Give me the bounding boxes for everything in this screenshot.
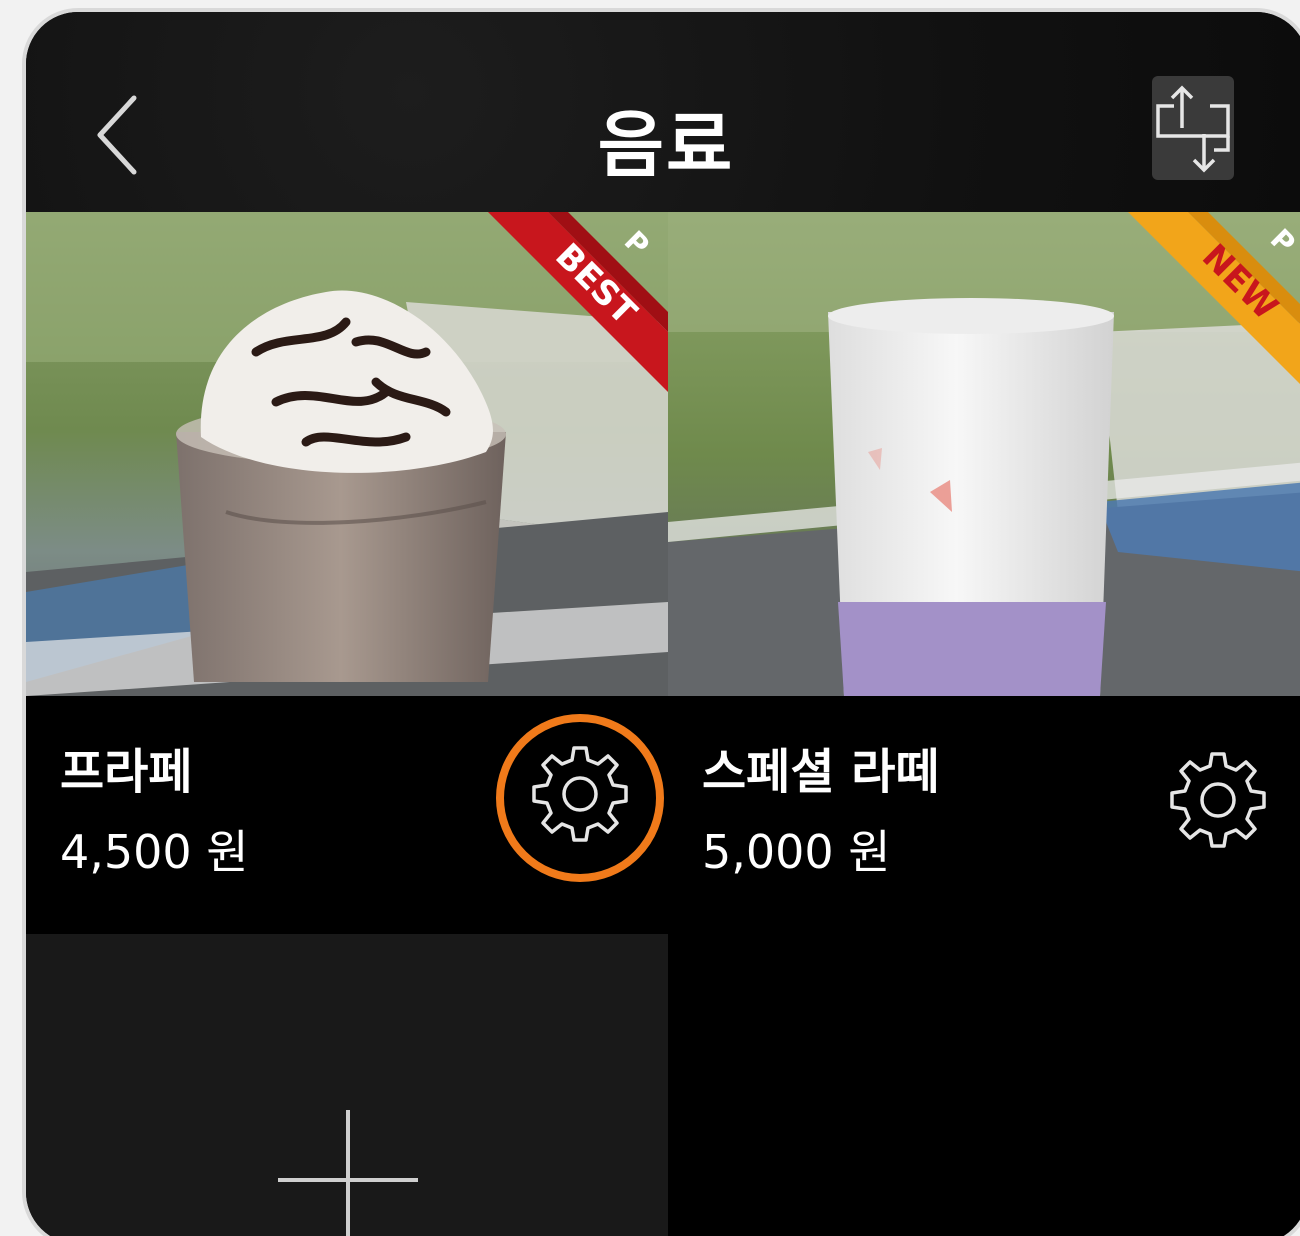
gear-icon <box>1170 752 1266 848</box>
swap-order-icon <box>1156 85 1230 173</box>
product-price: 5,000 원 <box>702 825 891 879</box>
new-ribbon: NEW P <box>1128 212 1300 384</box>
page-title: 음료 <box>597 103 735 187</box>
plus-icon <box>278 1110 418 1236</box>
new-badge-letter: P <box>1264 222 1300 260</box>
product-photo-frappe: BEST P <box>26 212 668 696</box>
product-name: 프라페 <box>60 744 193 800</box>
best-badge-letter: P <box>618 224 656 262</box>
settings-button[interactable] <box>1166 748 1270 852</box>
product-photo-special-latte: NEW P <box>668 212 1300 696</box>
phone-frame: 음료 BEST P 프라페 4,500 원 NEW P 스페셜 라떼 5,000… <box>22 8 1300 1236</box>
product-card-frappe[interactable]: BEST P 프라페 4,500 원 <box>26 212 668 934</box>
product-card-special-latte[interactable]: NEW P 스페셜 라떼 5,000 원 <box>668 212 1300 934</box>
settings-button[interactable] <box>528 742 632 846</box>
add-product-tile[interactable] <box>26 934 668 1236</box>
gear-icon <box>532 746 628 842</box>
reorder-button[interactable] <box>1152 76 1234 180</box>
product-price: 4,500 원 <box>60 825 249 879</box>
product-name: 스페셜 라떼 <box>702 744 940 800</box>
app-header: 음료 <box>26 12 1300 212</box>
best-ribbon: BEST P <box>488 212 668 392</box>
